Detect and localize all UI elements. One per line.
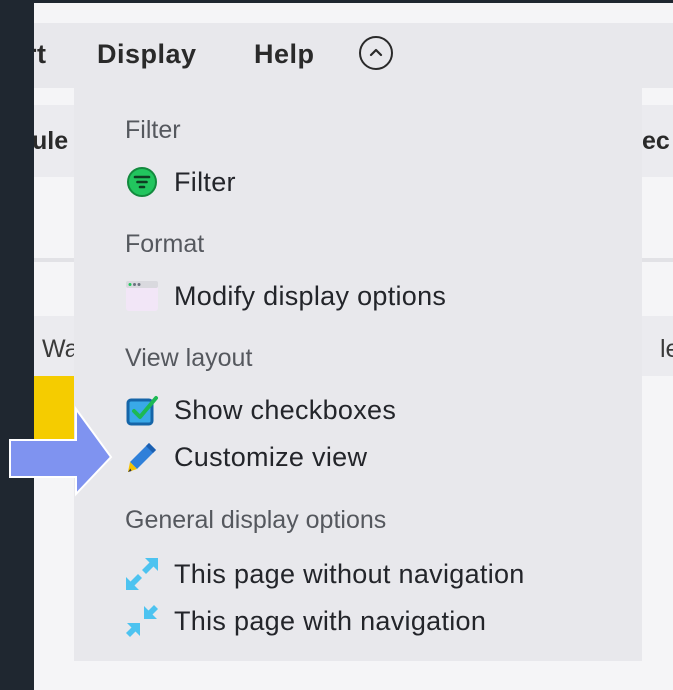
section-title-filter: Filter xyxy=(125,116,181,144)
filter-icon xyxy=(124,164,160,200)
menu-item-label: This page without navigation xyxy=(174,558,525,589)
window-icon xyxy=(124,278,160,314)
section-title-view-layout: View layout xyxy=(125,344,253,372)
app-area: rt Display Help ule ec Wa le Filter Fil xyxy=(34,3,673,690)
checkbox-icon xyxy=(124,392,160,428)
header-fragment-right: ec xyxy=(642,127,670,155)
section-title-format: Format xyxy=(125,230,205,258)
section-title-general-display-options: General display options xyxy=(125,506,387,534)
pencil-icon xyxy=(124,439,160,475)
menu-item-filter[interactable]: Filter xyxy=(124,164,236,200)
collapse-icon xyxy=(124,603,160,639)
menu-item-label: Customize view xyxy=(174,441,368,472)
menu-item-label: Filter xyxy=(174,166,236,197)
menu-item-modify-display-options[interactable]: Modify display options xyxy=(124,278,446,314)
cell-fragment-right: le xyxy=(660,335,673,363)
display-dropdown-menu: Filter Filter Format Modify display opti… xyxy=(74,87,642,661)
menu-item-label: This page with navigation xyxy=(174,605,487,636)
menu-item-show-checkboxes[interactable]: Show checkboxes xyxy=(124,392,396,428)
pointer-arrow-icon xyxy=(9,405,113,497)
menu-item-page-with-navigation[interactable]: This page with navigation xyxy=(124,603,486,639)
chevron-up-icon xyxy=(369,48,383,57)
menu-bar: rt Display Help xyxy=(34,23,673,88)
menu-item-label: Modify display options xyxy=(174,280,447,311)
menu-item-page-without-navigation[interactable]: This page without navigation xyxy=(124,556,525,592)
expand-icon xyxy=(124,556,160,592)
menu-help[interactable]: Help xyxy=(254,39,315,70)
menu-item-customize-view[interactable]: Customize view xyxy=(124,439,367,475)
collapse-menu-button[interactable] xyxy=(359,36,393,70)
menu-item-label: Show checkboxes xyxy=(174,394,397,425)
